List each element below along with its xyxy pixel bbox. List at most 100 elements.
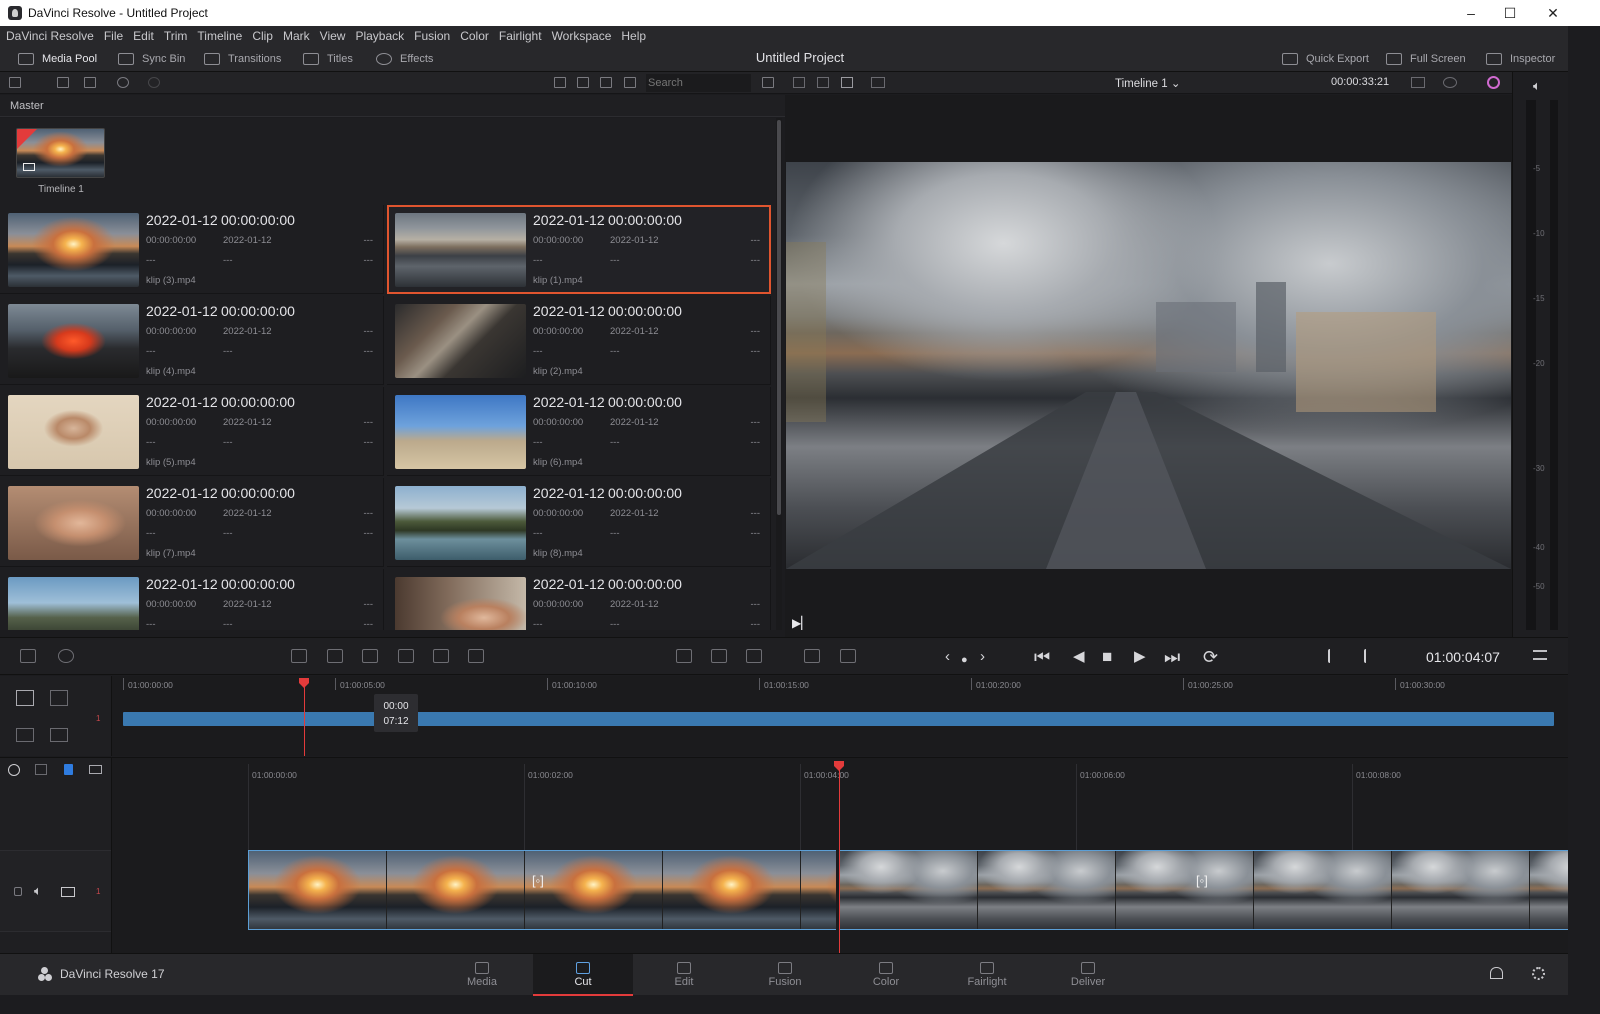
lock-icon[interactable]: [14, 887, 22, 896]
lower-timeline[interactable]: 01:00:00:00 01:00:02:00 01:00:04:00 01:00:0…: [112, 757, 1568, 954]
menu-workspace[interactable]: Workspace: [552, 29, 612, 43]
source-clip-icon[interactable]: [817, 77, 829, 88]
upper-timeline-clip-bar[interactable]: [123, 712, 1554, 726]
nav-prev-button[interactable]: ‹: [945, 647, 950, 667]
menu-color[interactable]: Color: [460, 29, 489, 43]
media-pool-scrollbar[interactable]: [776, 118, 782, 630]
video-toggle-icon[interactable]: [61, 887, 75, 897]
menu-fusion[interactable]: Fusion: [414, 29, 450, 43]
clip-thumbnail[interactable]: [8, 395, 139, 469]
effects-button[interactable]: Effects: [376, 46, 433, 72]
trim-tool-icon[interactable]: [16, 728, 34, 742]
timeline-thumbnail[interactable]: [16, 128, 105, 178]
viewer-play-icon[interactable]: ▶▏: [792, 616, 810, 630]
clip-thumbnail[interactable]: [8, 577, 139, 630]
list-view-icon[interactable]: [624, 77, 636, 88]
viewer-timeline-dropdown[interactable]: Timeline 1 ⌄: [1115, 76, 1180, 90]
menu-fairlight[interactable]: Fairlight: [499, 29, 542, 43]
sync-icon[interactable]: [117, 77, 129, 88]
media-clip[interactable]: 2022-01-12 00:00:00:00 00:00:00:00 2022-01-…: [0, 569, 384, 630]
smart-insert-icon[interactable]: [291, 649, 307, 663]
skip-to-end-button[interactable]: ⏭: [1164, 647, 1180, 667]
maximize-button[interactable]: ☐: [1487, 0, 1533, 26]
clip-thumbnail[interactable]: [8, 213, 139, 287]
stop-button[interactable]: ■: [1102, 647, 1112, 667]
media-clip[interactable]: 2022-01-12 00:00:00:00 00:00:00:00 2022-01-…: [387, 296, 771, 385]
home-icon[interactable]: [1490, 967, 1503, 979]
clip-thumbnail[interactable]: [395, 577, 526, 630]
media-clip[interactable]: 2022-01-12 00:00:00:00 00:00:00:00 2022-01-…: [387, 478, 771, 567]
scissors-icon[interactable]: [58, 649, 74, 663]
sync-bin-button[interactable]: Sync Bin: [118, 46, 185, 72]
media-clip[interactable]: 2022-01-12 00:00:00:00 00:00:00:00 2022-01-…: [387, 387, 771, 476]
clip-thumbnail[interactable]: [395, 395, 526, 469]
thumbnail-view-icon[interactable]: [554, 77, 566, 88]
menu-edit[interactable]: Edit: [133, 29, 154, 43]
menu-mark[interactable]: Mark: [283, 29, 310, 43]
audio-waveform-icon[interactable]: [746, 649, 762, 663]
page-tab-media[interactable]: Media: [432, 954, 532, 996]
media-pool-button[interactable]: Media Pool: [18, 46, 97, 72]
full-screen-button[interactable]: Full Screen: [1386, 46, 1466, 72]
media-clip[interactable]: 2022-01-12 00:00:00:00 00:00:00:00 2022-01-…: [387, 205, 771, 294]
color-wheel-icon[interactable]: [1487, 76, 1500, 89]
media-clip[interactable]: 2022-01-12 00:00:00:00 00:00:00:00 2022-01-…: [0, 296, 384, 385]
nav-next-button[interactable]: ›: [980, 647, 985, 667]
append-icon[interactable]: [327, 649, 343, 663]
source-tape-icon[interactable]: [841, 77, 853, 88]
clip-thumbnail[interactable]: [8, 304, 139, 378]
video-track[interactable]: [◦] [◦]: [248, 850, 1568, 930]
speaker-icon[interactable]: 🔈︎: [1533, 78, 1541, 94]
page-tab-color[interactable]: Color: [836, 954, 936, 996]
timeline-clip-sunset[interactable]: [◦]: [248, 850, 836, 930]
ripple-overwrite-icon[interactable]: [362, 649, 378, 663]
close-button[interactable]: ✕: [1530, 0, 1576, 26]
settings-gear-icon[interactable]: [1532, 967, 1545, 980]
page-tab-cut[interactable]: Cut: [533, 954, 633, 996]
skip-to-start-button[interactable]: ⏮: [1034, 647, 1050, 667]
menu-timeline[interactable]: Timeline: [197, 29, 242, 43]
grid-view-icon[interactable]: [577, 77, 589, 88]
bin-name[interactable]: Master: [10, 100, 44, 112]
search-input[interactable]: [646, 74, 751, 92]
go-to-next-edit-icon[interactable]: [1328, 649, 1344, 663]
close-up-icon[interactable]: [398, 649, 414, 663]
view-options-icon[interactable]: [89, 765, 102, 774]
marker-icon[interactable]: [64, 764, 73, 775]
menu-file[interactable]: File: [104, 29, 123, 43]
page-tab-edit[interactable]: Edit: [634, 954, 734, 996]
zoom-icon[interactable]: [1443, 77, 1457, 88]
hamburger-menu-icon[interactable]: [1533, 650, 1547, 660]
scroll-thumb[interactable]: [777, 120, 781, 515]
link-icon[interactable]: [148, 77, 160, 88]
split-icon[interactable]: [50, 690, 68, 706]
sort-icon[interactable]: [762, 77, 774, 88]
page-tab-fusion[interactable]: Fusion: [735, 954, 835, 996]
play-reverse-button[interactable]: ◀: [1073, 647, 1085, 667]
transition-marker-icon[interactable]: [◦]: [1196, 873, 1208, 888]
filmstrip-view-icon[interactable]: [600, 77, 612, 88]
transition-icon[interactable]: [676, 649, 692, 663]
upper-playhead[interactable]: [304, 682, 305, 756]
new-bin-icon[interactable]: [57, 77, 69, 88]
clip-thumbnail[interactable]: [8, 486, 139, 560]
timeline-options-icon[interactable]: [804, 649, 820, 663]
snap-icon[interactable]: [8, 764, 20, 776]
source-overwrite-icon[interactable]: [468, 649, 484, 663]
folder-icon[interactable]: [84, 77, 96, 88]
media-clip[interactable]: 2022-01-12 00:00:00:00 00:00:00:00 2022-01-…: [0, 205, 384, 294]
loop-button[interactable]: ⟳: [1203, 647, 1218, 667]
media-clip[interactable]: 2022-01-12 00:00:00:00 00:00:00:00 2022-01-…: [0, 387, 384, 476]
viewer-mode-icon[interactable]: [793, 77, 805, 88]
clip-thumbnail[interactable]: [395, 304, 526, 378]
media-clip[interactable]: 2022-01-12 00:00:00:00 00:00:00:00 2022-01-…: [387, 569, 771, 630]
upper-playhead-handle[interactable]: [299, 678, 309, 688]
upper-timeline[interactable]: 01:00:00:00 01:00:05:00 01:00:10:00 01:00:1…: [112, 676, 1568, 756]
go-to-previous-edit-icon[interactable]: [1364, 649, 1380, 663]
menu-playback[interactable]: Playback: [355, 29, 404, 43]
quick-export-button[interactable]: Quick Export: [1282, 46, 1369, 72]
place-on-top-icon[interactable]: [433, 649, 449, 663]
slip-tool-icon[interactable]: [50, 728, 68, 742]
transitions-button[interactable]: Transitions: [204, 46, 281, 72]
page-tab-fairlight[interactable]: Fairlight: [937, 954, 1037, 996]
